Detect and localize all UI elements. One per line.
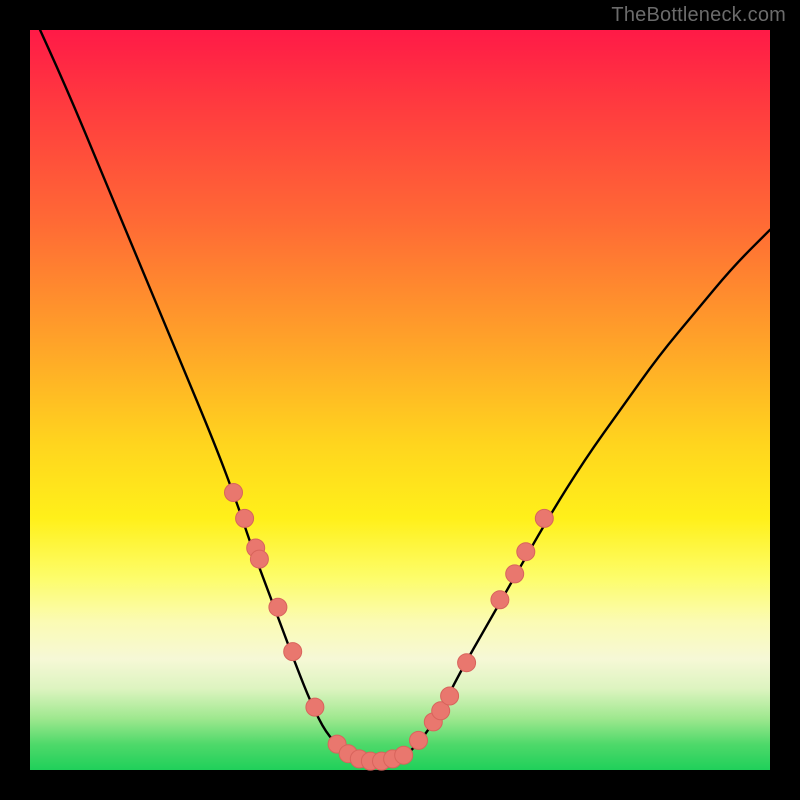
highlight-dot [225, 484, 243, 502]
highlight-dot [517, 543, 535, 561]
highlight-dot [410, 731, 428, 749]
highlight-dot [395, 746, 413, 764]
highlight-dot [491, 591, 509, 609]
highlight-dot [250, 550, 268, 568]
highlight-dot [306, 698, 324, 716]
curve-group [30, 8, 770, 763]
highlight-dot [236, 509, 254, 527]
chart-svg [30, 30, 770, 770]
chart-frame: TheBottleneck.com [0, 0, 800, 800]
highlight-dot [269, 598, 287, 616]
bottleneck-curve [30, 8, 770, 763]
highlight-dot [535, 509, 553, 527]
highlight-dot [458, 654, 476, 672]
highlight-dots [225, 484, 554, 771]
highlight-dot [284, 643, 302, 661]
watermark-text: TheBottleneck.com [611, 4, 786, 27]
highlight-dot [441, 687, 459, 705]
highlight-dot [506, 565, 524, 583]
